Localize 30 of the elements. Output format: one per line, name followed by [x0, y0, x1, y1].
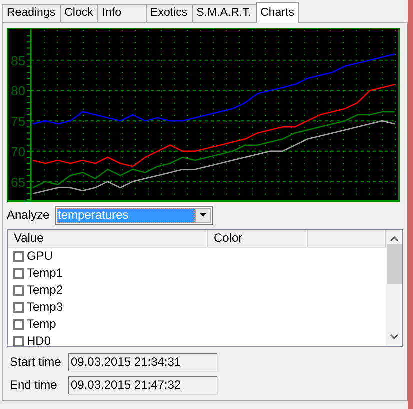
list-item-label: Temp2 — [27, 283, 64, 298]
checkbox[interactable] — [13, 318, 24, 330]
y-tick-label: 70 — [11, 144, 26, 160]
analyze-label: Analyze — [7, 208, 51, 222]
list-item-label: HD0 — [27, 334, 52, 346]
scroll-up-icon[interactable] — [390, 236, 398, 242]
time-field[interactable]: 09.03.2015 21:34:31 — [68, 352, 218, 372]
time-label: End time — [9, 378, 58, 392]
column-header[interactable]: Value — [8, 230, 208, 247]
caret-icon — [200, 213, 206, 218]
list-item-label: Temp1 — [27, 266, 64, 280]
tab[interactable]: Charts — [256, 2, 300, 23]
checkbox[interactable] — [13, 268, 24, 279]
scrollbar[interactable] — [386, 230, 402, 346]
y-tick-label: 85 — [11, 52, 26, 68]
checkbox[interactable] — [13, 284, 24, 296]
checkbox[interactable] — [13, 250, 24, 262]
time-field[interactable]: 09.03.2015 21:47:32 — [68, 376, 218, 395]
tab[interactable]: Readings — [2, 4, 61, 22]
checkbox[interactable] — [13, 302, 24, 313]
y-tick-label: 65 — [11, 174, 26, 190]
list-item-label: GPU — [27, 249, 54, 264]
column-header[interactable]: Color — [208, 230, 308, 247]
time-label: Start time — [9, 355, 62, 370]
checkbox[interactable] — [13, 336, 24, 346]
scroll-down-icon[interactable] — [390, 334, 398, 340]
y-tick-label: 75 — [11, 114, 26, 129]
y-tick-label: 80 — [11, 83, 26, 98]
list-item-label: Temp — [27, 317, 56, 332]
list-item-label: Temp3 — [27, 300, 64, 314]
